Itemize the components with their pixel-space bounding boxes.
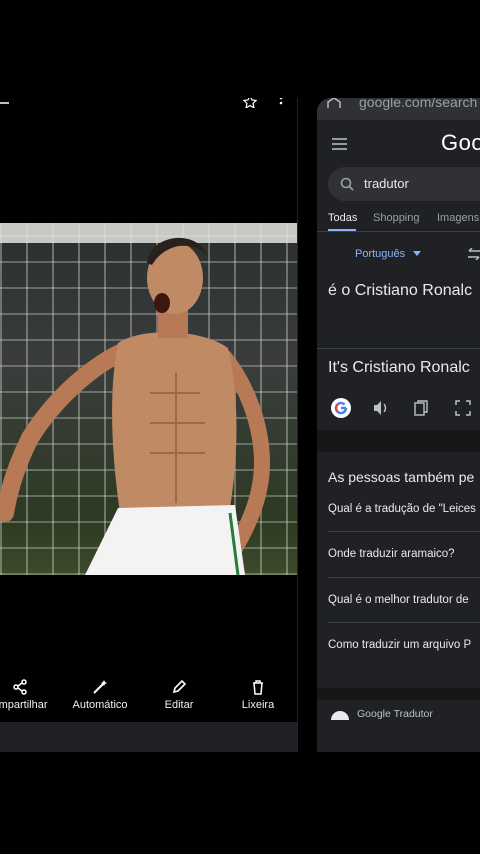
edit-label: Editar: [164, 699, 194, 711]
tab-imagens[interactable]: Imagens: [437, 212, 479, 224]
tab-todas[interactable]: Todas: [328, 212, 357, 224]
question-divider: [328, 622, 480, 623]
translated-text: It's Cristiano Ronalc: [328, 359, 470, 376]
photo[interactable]: [0, 223, 297, 575]
question-item[interactable]: Qual é a tradução de "Leices: [328, 503, 476, 515]
trash-label: Lixeira: [241, 699, 275, 711]
google-search-panel: google.com/search Goo tradutor Todas Sho…: [317, 98, 480, 752]
edit-button[interactable]: Editar: [139, 675, 219, 711]
url-text: google.com/search: [359, 98, 478, 110]
source-text: é o Cristiano Ronalc: [328, 282, 473, 299]
language-label: Português: [355, 248, 406, 260]
share-label: ompartilhar: [0, 699, 48, 711]
google-logo: Goo: [441, 130, 480, 155]
navigation-strip: [0, 722, 297, 752]
auto-label: Automático: [72, 699, 128, 711]
menu-icon[interactable]: [332, 138, 347, 150]
search-box[interactable]: tradutor: [328, 167, 480, 201]
speaker-icon[interactable]: [373, 400, 389, 416]
footer-source[interactable]: Google Tradutor: [357, 708, 433, 720]
copy-icon[interactable]: [414, 400, 428, 416]
more-icon[interactable]: [278, 98, 284, 108]
share-button[interactable]: ompartilhar: [0, 675, 60, 711]
people-also-ask-heading: As pessoas também pe: [328, 469, 475, 485]
tab-shopping[interactable]: Shopping: [373, 212, 420, 224]
question-divider: [328, 577, 480, 578]
translation-divider: [317, 348, 480, 349]
edit-icon: [172, 679, 187, 694]
url-bar[interactable]: google.com/search: [317, 98, 480, 120]
section-spacer: [317, 688, 480, 700]
search-icon: [340, 177, 354, 191]
language-selector[interactable]: Português: [355, 248, 422, 260]
player-figure: [0, 237, 271, 575]
question-item[interactable]: Onde traduzir aramaico?: [328, 548, 455, 560]
back-icon[interactable]: [0, 98, 10, 108]
question-divider: [328, 531, 480, 532]
viewer-top-bar: [0, 98, 297, 112]
home-icon[interactable]: [327, 98, 341, 108]
google-g-icon[interactable]: [331, 398, 351, 418]
dropdown-arrow-icon: [413, 251, 422, 256]
tabs-divider: [317, 231, 480, 232]
question-item[interactable]: Qual é o melhor tradutor de: [328, 594, 469, 606]
trash-icon: [253, 680, 263, 695]
star-icon[interactable]: [243, 98, 257, 108]
magic-wand-icon: [93, 680, 107, 694]
gallery-viewer: ompartilhar Automático Editar Lixeira: [0, 98, 298, 752]
trash-button[interactable]: Lixeira: [218, 675, 297, 711]
auto-enhance-button[interactable]: Automático: [60, 675, 140, 711]
fullscreen-icon[interactable]: [455, 400, 471, 416]
swap-languages-icon[interactable]: [467, 248, 480, 260]
search-query: tradutor: [364, 176, 409, 191]
section-spacer: [317, 430, 480, 452]
question-item[interactable]: Como traduzir um arquivo P: [328, 639, 471, 651]
source-favicon-icon: [331, 711, 349, 720]
share-icon: [13, 679, 27, 695]
